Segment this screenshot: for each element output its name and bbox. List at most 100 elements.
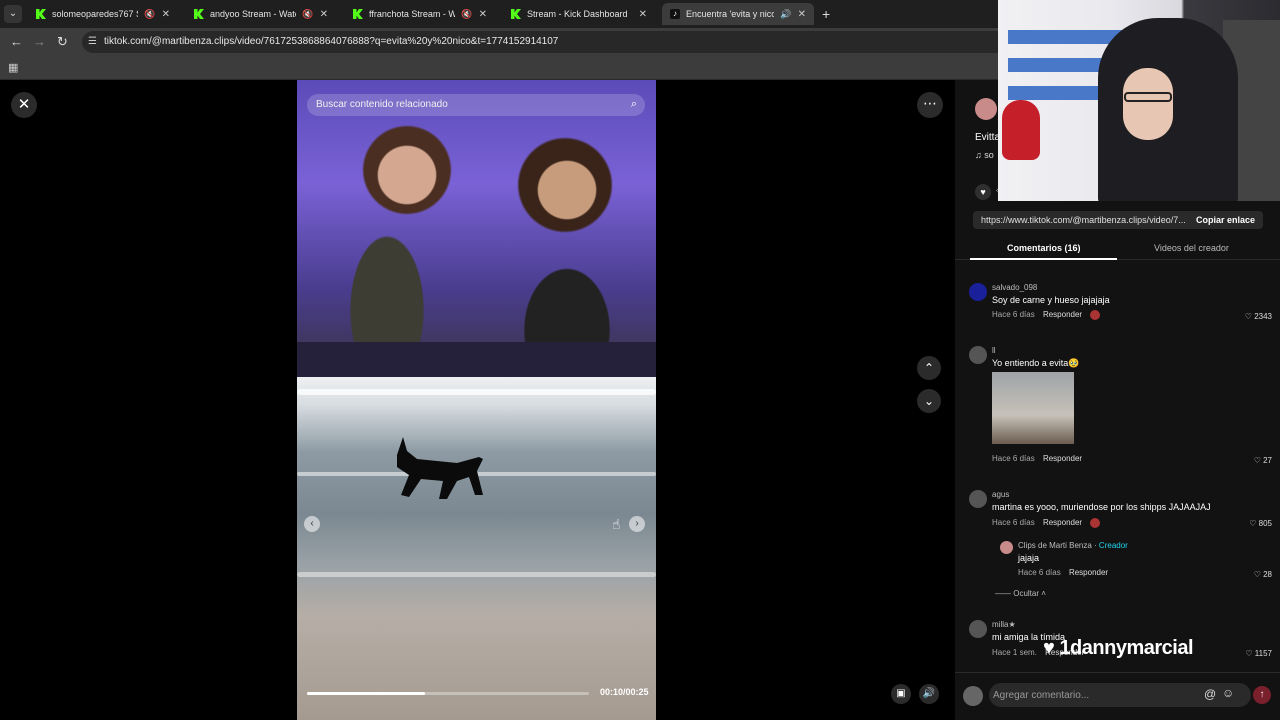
- url-text[interactable]: tiktok.com/@martibenza.clips/video/76172…: [104, 36, 558, 47]
- comment-likes[interactable]: ♡ 27: [1254, 456, 1272, 465]
- glasses-icon: [1124, 92, 1172, 102]
- active-tab-indicator: [970, 258, 1117, 260]
- like-count: 27: [1263, 456, 1272, 465]
- avatar[interactable]: [969, 620, 987, 638]
- send-icon[interactable]: ↑: [1253, 686, 1271, 704]
- like-count: 805: [1258, 519, 1272, 528]
- search-icon[interactable]: ⌕: [631, 98, 637, 111]
- comment-text: Yo entiendo a evita🥹: [992, 358, 1080, 368]
- kick-icon: [36, 9, 46, 19]
- close-tab-icon[interactable]: ✕: [639, 9, 647, 20]
- comment-image[interactable]: [992, 372, 1074, 444]
- reply-time: Hace 6 días: [1018, 568, 1061, 577]
- streamer-face: [1123, 68, 1173, 140]
- chevron-up-icon: ˄: [1039, 589, 1046, 598]
- comment-username[interactable]: milla★: [992, 620, 1016, 629]
- kick-icon: [194, 9, 204, 19]
- close-tab-icon[interactable]: ✕: [320, 9, 328, 20]
- comment-likes[interactable]: ♡ 1157: [1245, 649, 1272, 658]
- video-player[interactable]: Buscar contenido relacionado ⌕ ‹ › 00:10…: [297, 80, 656, 720]
- creator-avatar[interactable]: [975, 98, 997, 120]
- music-row[interactable]: ♫ so: [975, 150, 994, 160]
- reply-username[interactable]: Clips de Marti Benza · Creador: [1018, 541, 1128, 550]
- wave: [297, 389, 656, 395]
- like-count: 2343: [1254, 312, 1272, 321]
- site-info-icon[interactable]: ☰: [88, 36, 97, 47]
- creator-liked-icon: [1090, 518, 1101, 528]
- tiktok-icon: ♪: [670, 9, 680, 19]
- mute-icon[interactable]: 🔇: [144, 9, 155, 20]
- tab-title: andyoo Stream - Watch Liv: [210, 9, 296, 19]
- mention-icon[interactable]: @: [1204, 687, 1216, 701]
- avatar[interactable]: [1000, 541, 1013, 554]
- reply-button[interactable]: Responder: [1043, 454, 1082, 463]
- emoji-icon[interactable]: ☺: [1222, 686, 1234, 700]
- browser-tab-active[interactable]: ♪ Encuentra 'evita y nico' en 🔊 ✕: [662, 3, 814, 25]
- pip-icon[interactable]: ▣: [891, 684, 911, 704]
- video-viewer: ✕ ⋯ ⌃ ⌄ Buscar contenido relacionado ⌕ ‹…: [0, 80, 955, 720]
- related-search-bar[interactable]: Buscar contenido relacionado ⌕: [307, 94, 645, 116]
- close-viewer-button[interactable]: ✕: [11, 92, 37, 118]
- previous-video-button[interactable]: ⌃: [917, 356, 941, 380]
- reply-button[interactable]: Responder: [1069, 568, 1108, 577]
- music-note-icon: ♫: [975, 150, 985, 160]
- mouse-cursor-icon: ☝: [612, 516, 621, 532]
- video-progress-bar[interactable]: [307, 692, 589, 695]
- reply-button[interactable]: Responder: [1043, 310, 1082, 319]
- copy-link-button[interactable]: Copiar enlace: [1196, 215, 1255, 225]
- new-tab-button[interactable]: +: [822, 6, 830, 22]
- close-tab-icon[interactable]: ✕: [798, 9, 806, 20]
- avatar[interactable]: [963, 686, 983, 706]
- tab-comments[interactable]: Comentarios (16): [1007, 243, 1081, 253]
- share-link-url[interactable]: https://www.tiktok.com/@martibenza.clips…: [981, 215, 1187, 225]
- comment-username[interactable]: salvado_098: [992, 283, 1037, 292]
- browser-tab-4[interactable]: Stream - Kick Dashboard ✕: [503, 3, 655, 25]
- mute-icon[interactable]: 🔇: [461, 9, 472, 20]
- comment-time: Hace 6 días: [992, 310, 1035, 320]
- browser-tab-2[interactable]: andyoo Stream - Watch Liv 🔇 ✕: [186, 3, 336, 25]
- comment-username[interactable]: ll: [992, 346, 996, 355]
- comment-likes[interactable]: ♡ 2343: [1245, 312, 1272, 321]
- tab-title: Stream - Kick Dashboard: [527, 9, 628, 19]
- omnibox[interactable]: ☰ tiktok.com/@martibenza.clips/video/761…: [82, 31, 1012, 53]
- browser-tab-3[interactable]: ffranchota Stream - Watch 🔇 ✕: [345, 3, 495, 25]
- avatar[interactable]: [969, 346, 987, 364]
- avatar[interactable]: [969, 490, 987, 508]
- streamer-name: 1dannymarcial: [1059, 637, 1194, 659]
- comment-text: Soy de carne y hueso jajajaja: [992, 295, 1110, 305]
- mute-icon[interactable]: 🔇: [302, 9, 313, 20]
- comment-meta: Hace 6 días Responder: [992, 518, 1101, 528]
- browser-tab-1[interactable]: solomeoparedes767 Stream 🔇 ✕: [28, 3, 178, 25]
- reload-icon[interactable]: ↻: [57, 34, 68, 50]
- close-tab-icon[interactable]: ✕: [162, 9, 170, 20]
- creator-name[interactable]: Evitta: [975, 132, 1000, 143]
- reply-likes[interactable]: ♡ 28: [1254, 570, 1272, 579]
- heart-icon[interactable]: ♥: [975, 184, 991, 200]
- reply-user-name: Clips de Marti Benza: [1018, 541, 1092, 550]
- tab-creator-videos[interactable]: Videos del creador: [1154, 243, 1229, 253]
- comment-username[interactable]: agus: [992, 490, 1009, 499]
- divider-line: ——: [995, 589, 1014, 598]
- tab-search-icon[interactable]: ⌄: [4, 5, 22, 23]
- comment-likes[interactable]: ♡ 805: [1249, 519, 1272, 528]
- back-icon[interactable]: ←: [10, 34, 23, 49]
- more-options-button[interactable]: ⋯: [917, 92, 943, 118]
- webcam-overlay: [998, 0, 1280, 201]
- forward-icon[interactable]: →: [33, 34, 46, 49]
- close-tab-icon[interactable]: ✕: [479, 9, 487, 20]
- next-video-button[interactable]: ⌄: [917, 389, 941, 413]
- slide-prev-icon[interactable]: ‹: [304, 516, 320, 532]
- related-search-placeholder[interactable]: Buscar contenido relacionado: [316, 99, 448, 110]
- reply-text: jajaja: [1018, 553, 1040, 563]
- avatar[interactable]: [969, 283, 987, 301]
- like-count: 28: [1263, 570, 1272, 579]
- heart-icon: ♥: [1043, 637, 1060, 659]
- speaker-icon[interactable]: 🔊: [780, 9, 791, 20]
- slide-next-icon[interactable]: ›: [629, 516, 645, 532]
- hide-replies-button[interactable]: —— Ocultar ˄: [995, 589, 1046, 598]
- comment-composer: @ ☺ ↑: [955, 672, 1280, 720]
- comment-input[interactable]: [993, 687, 1193, 703]
- volume-icon[interactable]: 🔊: [919, 684, 939, 704]
- apps-grid-icon[interactable]: ▦: [8, 61, 18, 74]
- reply-button[interactable]: Responder: [1043, 518, 1082, 527]
